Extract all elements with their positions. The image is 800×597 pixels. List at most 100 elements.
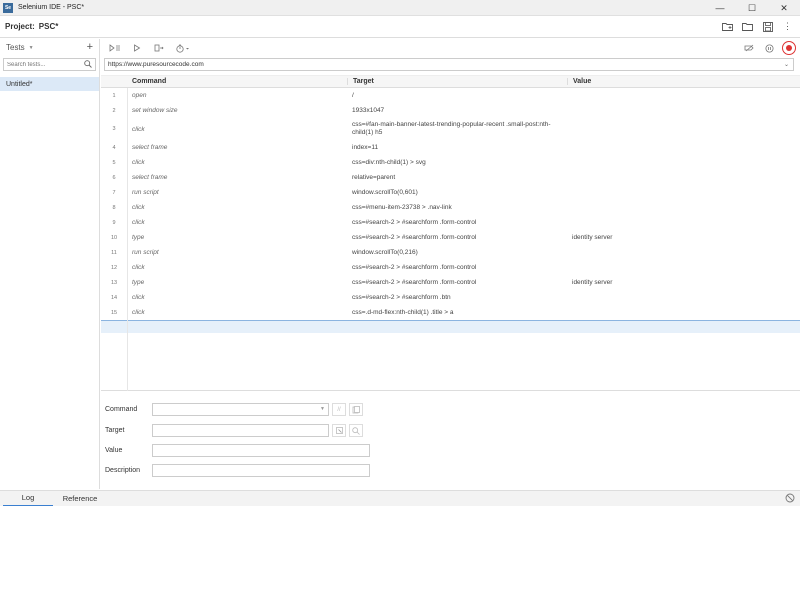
window-controls: — ☐ ✕: [704, 0, 800, 16]
row-command: select frame: [132, 174, 168, 181]
minimize-icon[interactable]: —: [704, 0, 736, 16]
table-row[interactable]: 5 click css=div:nth-child(1) > svg: [101, 155, 800, 170]
row-command: click: [132, 159, 145, 166]
run-test-icon[interactable]: [129, 41, 145, 55]
row-target: css=#search-2 > #searchform .form-contro…: [352, 263, 477, 271]
row-command: open: [132, 92, 147, 99]
row-command: set window size: [132, 107, 178, 114]
find-target-icon[interactable]: [349, 424, 363, 437]
target-input[interactable]: [152, 424, 329, 437]
selenium-app-icon: Se: [3, 2, 13, 13]
row-command: click: [132, 125, 145, 133]
save-project-icon[interactable]: [761, 20, 774, 33]
description-text[interactable]: [153, 465, 369, 476]
command-select[interactable]: ▼: [152, 403, 329, 416]
row-target: css=#search-2 > #searchform .form-contro…: [352, 218, 477, 226]
table-row[interactable]: 3 click css=#fan-main-banner-latest-trendi…: [101, 118, 800, 140]
open-project-icon[interactable]: [741, 20, 754, 33]
row-command: run script: [132, 189, 159, 196]
row-number: 3: [112, 126, 116, 132]
row-number: 15: [110, 309, 118, 316]
base-url-bar: ⌄: [104, 58, 794, 71]
row-value: identity server: [572, 234, 613, 241]
table-row[interactable]: 12 click css=#search-2 > #searchform .form…: [101, 260, 800, 275]
command-row: Command ▼ //: [105, 403, 363, 416]
row-target: 1933x1047: [352, 106, 385, 114]
speed-timer-icon[interactable]: [173, 41, 193, 55]
add-test-icon[interactable]: +: [87, 41, 93, 53]
search-tests-box: [3, 58, 96, 71]
value-row: Value: [105, 444, 370, 457]
row-number: 11: [111, 249, 117, 256]
record-icon: [782, 41, 796, 55]
table-row[interactable]: 14 click css=#search-2 > #searchform .btn: [101, 290, 800, 305]
table-row[interactable]: 1 open /: [101, 88, 800, 103]
tab-log[interactable]: Log: [3, 491, 53, 507]
window-title: Selenium IDE - PSC*: [18, 4, 85, 11]
select-target-icon[interactable]: [332, 424, 346, 437]
table-row[interactable]: 2 set window size 1933x1047: [101, 103, 800, 118]
command-editor: Command ▼ // Target Value Description: [101, 392, 800, 489]
pause-on-exceptions-icon[interactable]: [762, 41, 776, 55]
table-row[interactable]: 15 click css=.d-md-flex:nth-child(1) .titl…: [101, 305, 800, 320]
row-target: css=#search-2 > #searchform .form-contro…: [352, 278, 477, 286]
row-target: css=.d-md-flex:nth-child(1) .title > a: [352, 308, 454, 316]
target-text[interactable]: [153, 425, 328, 436]
tests-panel: Tests ▼ + Untitled*: [0, 39, 100, 489]
target-row: Target: [105, 424, 363, 437]
row-target: /: [352, 91, 354, 99]
row-number: 5: [112, 159, 116, 166]
row-number: 6: [112, 174, 116, 181]
maximize-icon[interactable]: ☐: [736, 0, 768, 16]
row-target: relative=parent: [352, 173, 396, 181]
disable-breakpoints-icon[interactable]: [742, 41, 756, 55]
project-bar: Project: PSC* ⋮: [0, 16, 800, 38]
clear-log-icon[interactable]: [785, 493, 795, 506]
open-docs-icon[interactable]: [349, 403, 363, 416]
run-all-tests-icon[interactable]: [107, 41, 123, 55]
table-row[interactable]: 13 type css=#search-2 > #searchform .form-…: [101, 275, 800, 290]
table-header: Command Target Value: [101, 75, 800, 88]
record-button[interactable]: [782, 41, 796, 55]
value-text[interactable]: [153, 445, 369, 456]
command-table: Command Target Value 1 open / 2 set window s…: [101, 75, 800, 391]
row-target: window.scrollTo(0,216): [352, 248, 418, 256]
chevron-down-icon[interactable]: ▼: [320, 406, 325, 412]
header-command: Command: [132, 78, 167, 85]
base-url-input[interactable]: [108, 61, 768, 68]
row-command: click: [132, 219, 145, 226]
search-tests-input[interactable]: [7, 61, 87, 68]
description-input[interactable]: [152, 464, 370, 477]
empty-selected-row[interactable]: [101, 320, 800, 333]
value-label: Value: [105, 447, 123, 454]
row-number: 1: [112, 92, 116, 99]
toggle-comment-icon[interactable]: //: [332, 403, 346, 416]
row-number-gutter: [127, 88, 128, 391]
table-row[interactable]: 4 select frame index=11: [101, 140, 800, 155]
tab-reference[interactable]: Reference: [55, 491, 105, 507]
table-row[interactable]: 9 click css=#search-2 > #searchform .form-…: [101, 215, 800, 230]
table-row[interactable]: 7 run script window.scrollTo(0,601): [101, 185, 800, 200]
table-row[interactable]: 6 select frame relative=parent: [101, 170, 800, 185]
row-number: 4: [112, 144, 116, 151]
close-icon[interactable]: ✕: [768, 0, 800, 16]
row-command: select frame: [132, 144, 168, 151]
row-number: 13: [110, 279, 118, 286]
row-target: css=#fan-main-banner-latest-trending-pop…: [352, 121, 551, 136]
table-row[interactable]: 8 click css=#menu-item-23738 > .nav-link: [101, 200, 800, 215]
step-over-icon[interactable]: [151, 41, 167, 55]
project-name[interactable]: PSC*: [39, 22, 59, 31]
playback-toolbar: [101, 39, 800, 57]
row-target: index=11: [352, 143, 379, 151]
chevron-down-icon[interactable]: ▼: [29, 45, 34, 51]
table-row[interactable]: 10 type css=#search-2 > #searchform .form-…: [101, 230, 800, 245]
table-row[interactable]: 11 run script window.scrollTo(0,216): [101, 245, 800, 260]
chevron-down-icon[interactable]: ⌄: [784, 61, 789, 68]
project-label: Project:: [5, 22, 35, 31]
value-input[interactable]: [152, 444, 370, 457]
test-item-untitled[interactable]: Untitled*: [0, 77, 99, 91]
tests-header: Tests ▼ +: [0, 39, 99, 56]
more-options-icon[interactable]: ⋮: [781, 20, 794, 33]
tests-dropdown[interactable]: Tests: [6, 43, 25, 52]
new-project-icon[interactable]: [721, 20, 734, 33]
